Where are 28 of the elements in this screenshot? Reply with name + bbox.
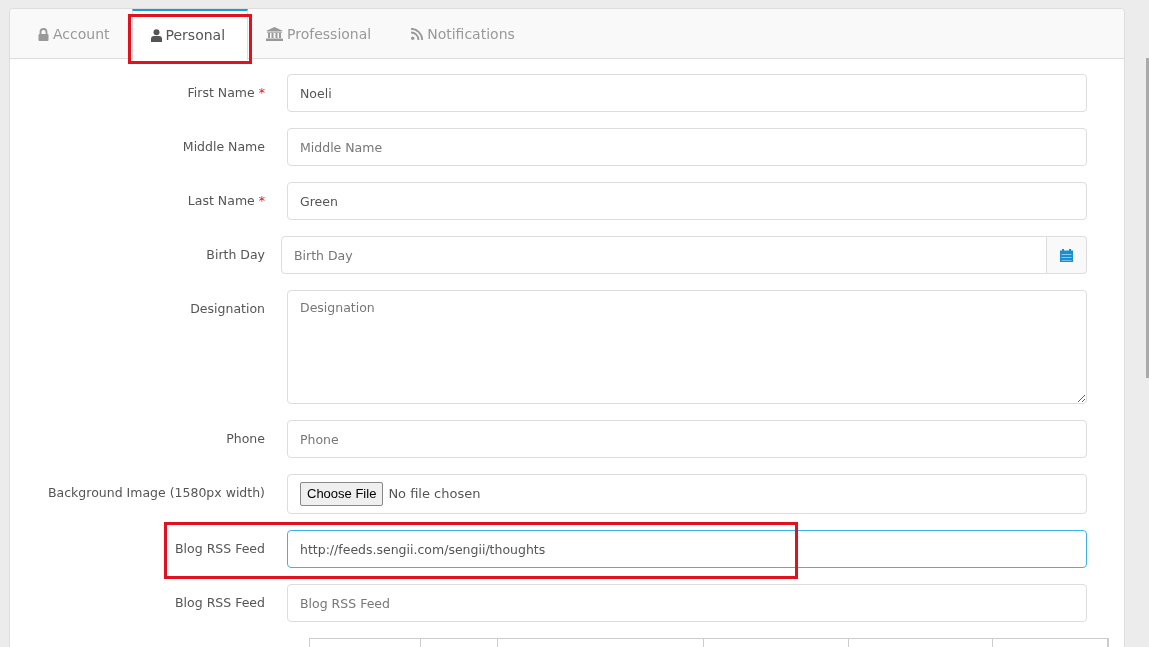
rss-icon — [411, 28, 424, 40]
textarea-field[interactable]: Designation — [287, 290, 1087, 404]
user-icon — [150, 29, 162, 42]
field-label: Blog RSS Feed — [175, 541, 265, 556]
field-label: Designation — [190, 301, 265, 316]
required-mark: * — [258, 193, 265, 208]
field-label: Background Image (1580px width) — [48, 485, 265, 500]
date-field[interactable]: Birth Day — [281, 236, 1047, 274]
input-field[interactable]: Noeli — [287, 74, 1087, 112]
field-label: Blog RSS Feed — [175, 595, 265, 610]
input-field[interactable]: Middle Name — [287, 128, 1087, 166]
required-mark: * — [258, 85, 265, 100]
field-label: Birth Day — [206, 247, 265, 262]
input-field[interactable]: Phone — [287, 420, 1087, 458]
input-field[interactable]: http://feeds.sengii.com/sengii/thoughts — [287, 530, 1087, 568]
lock-icon — [38, 27, 49, 41]
calendar-button[interactable] — [1047, 236, 1087, 274]
input-field[interactable]: Blog RSS Feed — [287, 584, 1087, 622]
calendar-icon — [1060, 248, 1073, 262]
file-status: No file chosen — [388, 485, 481, 504]
field-label: Phone — [226, 431, 265, 446]
field-label: First Name — [187, 85, 255, 100]
field-label: Last Name — [187, 193, 255, 208]
field-label: Middle Name — [182, 139, 265, 154]
choose-file-button[interactable]: Choose File — [300, 482, 384, 506]
bank-icon — [266, 27, 284, 41]
scrollbar-thumb[interactable] — [1146, 58, 1149, 378]
input-field[interactable]: Green — [287, 182, 1087, 220]
